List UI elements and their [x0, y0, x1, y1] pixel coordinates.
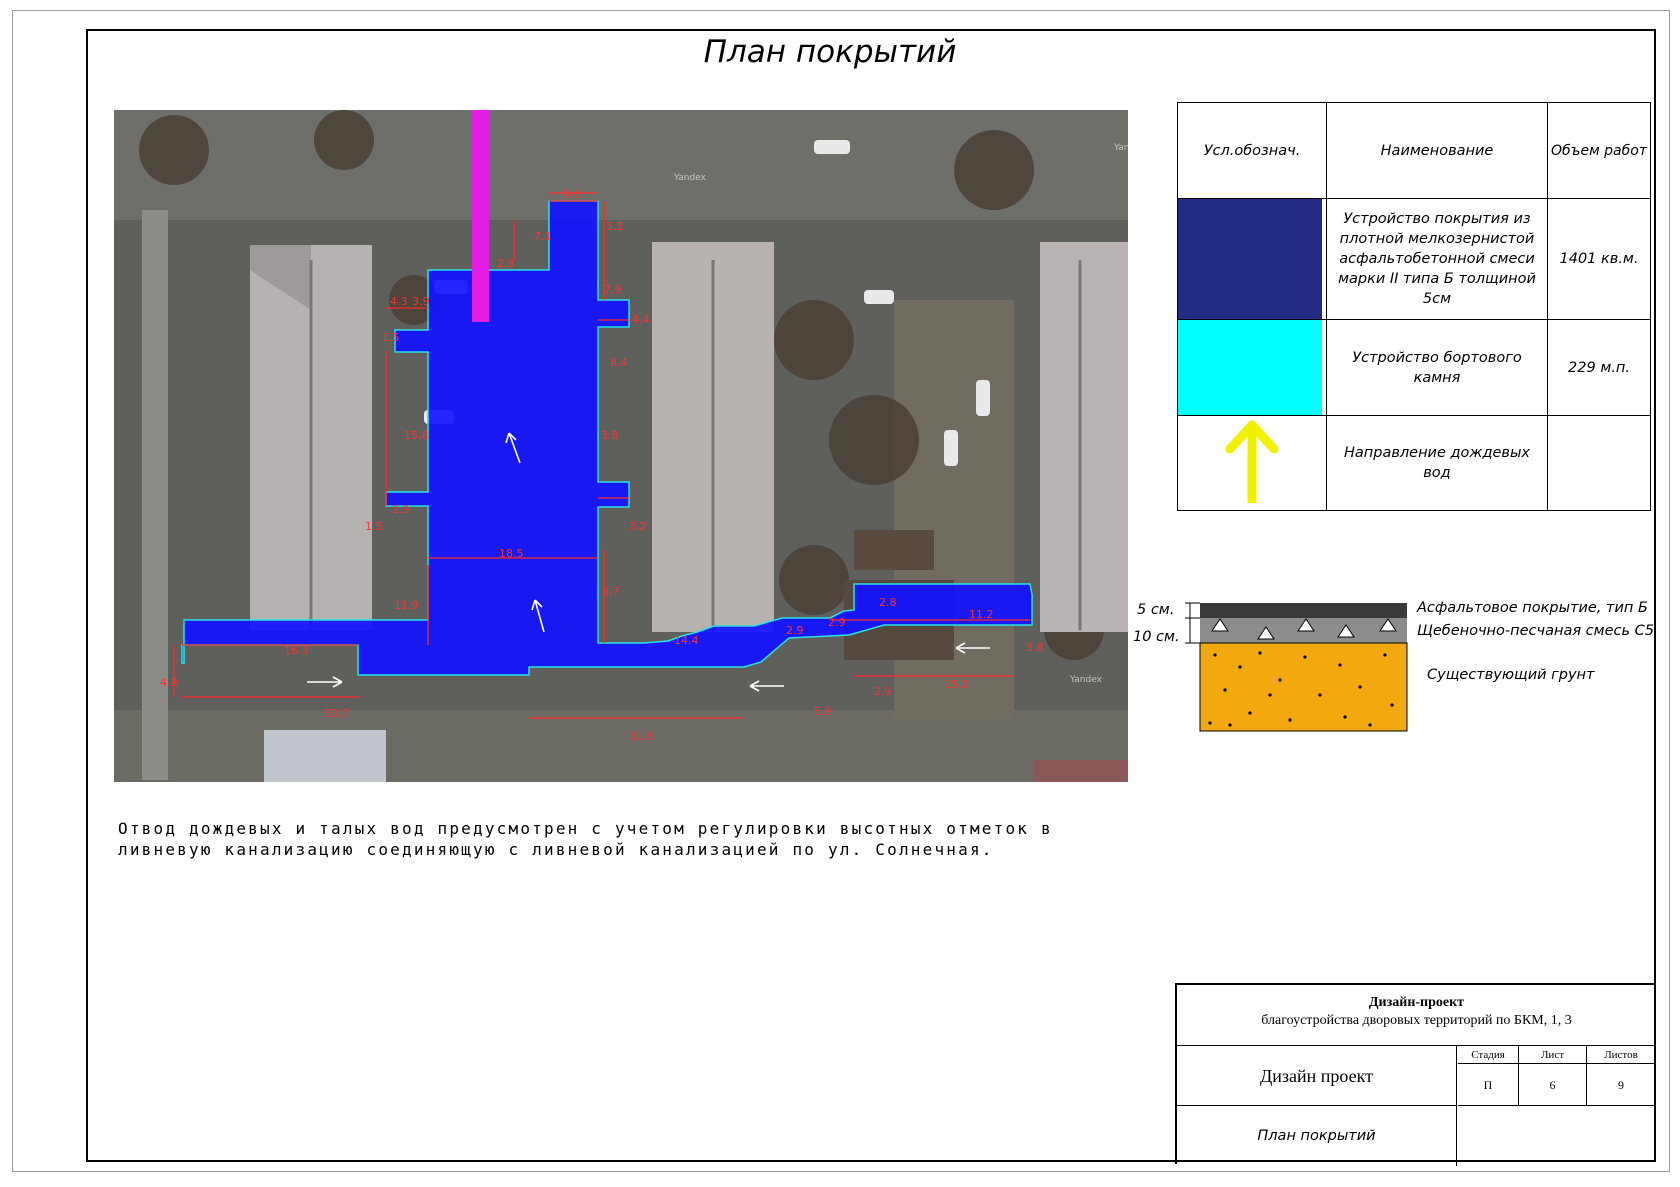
watermark: Yande — [1113, 143, 1128, 153]
dim-label: 1.5 — [365, 520, 383, 533]
stamp-title-sub: благоустройства дворовых территорий по Б… — [1261, 1013, 1572, 1028]
plan-svg: 5.6 5.1 7.1 2.8 7.9 4.3 4.4 1.5 3.9 8.4 … — [114, 110, 1128, 782]
stamp-sheet-name: План покрытий — [1177, 1106, 1457, 1166]
pavement-section: 5 см. 10 см. Асфальтовое покрытие, тип Б… — [1130, 595, 1680, 745]
legend-symbol-arrow — [1177, 415, 1327, 511]
legend-swatch-asphalt — [1177, 198, 1327, 320]
dim-label: 3.2 — [629, 520, 647, 533]
legend-table: Усл.обознач. Наименование Объем работ Ус… — [1177, 102, 1651, 511]
building-middle — [652, 242, 774, 632]
dim-label: 3.7 — [602, 585, 620, 598]
stamp-title: Дизайн-проект благоустройства дворовых т… — [1177, 985, 1656, 1046]
legend-header-symbol: Усл.обознач. — [1177, 102, 1327, 199]
dim-label: 11.9 — [394, 599, 419, 612]
dim-label: 7.9 — [604, 283, 622, 296]
dim-label: 7.1 — [534, 230, 552, 243]
stamp-header-sheets: Листов — [1587, 1046, 1656, 1064]
dim-label: 4.3 — [390, 295, 408, 308]
dim-label: 11.2 — [969, 608, 994, 621]
legend-volume-curb: 229 м.п. — [1547, 319, 1651, 416]
dim-label: 31.8 — [629, 730, 654, 743]
dim-label: 5.1 — [606, 220, 624, 233]
dim-label: 33.7 — [324, 707, 349, 720]
stamp-header-sheet: Лист — [1519, 1046, 1587, 1064]
legend-name-curb: Устройство бортового камня — [1326, 319, 1548, 416]
magenta-strip — [472, 110, 489, 322]
stamp-value-sheet: 6 — [1519, 1064, 1587, 1106]
legend-swatch-curb — [1177, 319, 1327, 416]
dim-label: 15.8 — [404, 429, 429, 442]
section-thickness-gravel: 10 см. — [1133, 629, 1180, 645]
section-layer-asphalt: Асфальтовое покрытие, тип Б — [1417, 600, 1648, 616]
dim-label: 18.5 — [499, 547, 524, 560]
dim-label: 2.8 — [879, 596, 897, 609]
dim-label: 14.4 — [674, 634, 699, 647]
dim-label: 3.8 — [601, 429, 619, 442]
dim-label: 1.5 — [382, 331, 400, 344]
drainage-note: Отвод дождевых и талых вод предусмотрен … — [118, 818, 1118, 860]
dim-label: 2.9 — [874, 685, 892, 698]
dim-label: 5.9 — [814, 705, 832, 718]
legend-volume-asphalt: 1401 кв.м. — [1547, 198, 1651, 320]
legend-volume-drain — [1547, 415, 1651, 511]
title-block: Дизайн-проект благоустройства дворовых т… — [1175, 983, 1656, 1166]
dim-label: 3.9 — [412, 295, 430, 308]
stamp-header-stage: Стадия — [1458, 1046, 1519, 1064]
aerial-photo-plan: 5.6 5.1 7.1 2.8 7.9 4.3 4.4 1.5 3.9 8.4 … — [114, 110, 1128, 782]
dim-label: 15.2 — [944, 678, 969, 691]
dim-label: 5.6 — [563, 188, 581, 201]
legend-name-drain: Направление дождевых вод — [1326, 415, 1548, 511]
note-line: ливневую канализацию соединяющую с ливне… — [118, 840, 994, 859]
yellow-arrow-icon — [1225, 420, 1279, 506]
stamp-title-main: Дизайн-проект — [1368, 995, 1465, 1010]
dim-label: 2.9 — [786, 624, 804, 637]
dim-label: 2.9 — [828, 616, 846, 629]
section-layer-soil: Существующий грунт — [1427, 667, 1595, 683]
dim-label: 4.9 — [160, 676, 178, 689]
dim-label: 2.9 — [392, 503, 410, 516]
legend-header-name: Наименование — [1326, 102, 1548, 199]
note-line: Отвод дождевых и талых вод предусмотрен … — [118, 819, 1053, 838]
section-thickness-asphalt: 5 см. — [1137, 602, 1175, 618]
legend-name-asphalt: Устройство покрытия из плотной мелкозерн… — [1326, 198, 1548, 320]
legend-header-volume: Объем работ — [1547, 102, 1651, 199]
dim-label: 3.8 — [1026, 641, 1044, 654]
dim-label: 4.4 — [632, 313, 650, 326]
section-layer-gravel: Щебеночно-песчаная смесь С5 — [1417, 623, 1654, 639]
stamp-value-stage: П — [1458, 1064, 1519, 1106]
watermark: Yandex — [1069, 675, 1103, 685]
dim-label: 8.4 — [610, 356, 628, 369]
dim-label: 2.8 — [497, 257, 515, 270]
building-left — [250, 245, 372, 630]
watermark: Yandex — [673, 173, 707, 183]
stamp-value-sheets: 9 — [1587, 1064, 1656, 1106]
stamp-project-name: Дизайн проект — [1177, 1046, 1457, 1106]
dim-label: 16.3 — [284, 644, 309, 657]
building-right — [1040, 242, 1128, 632]
page-title: План покрытий — [703, 34, 957, 70]
